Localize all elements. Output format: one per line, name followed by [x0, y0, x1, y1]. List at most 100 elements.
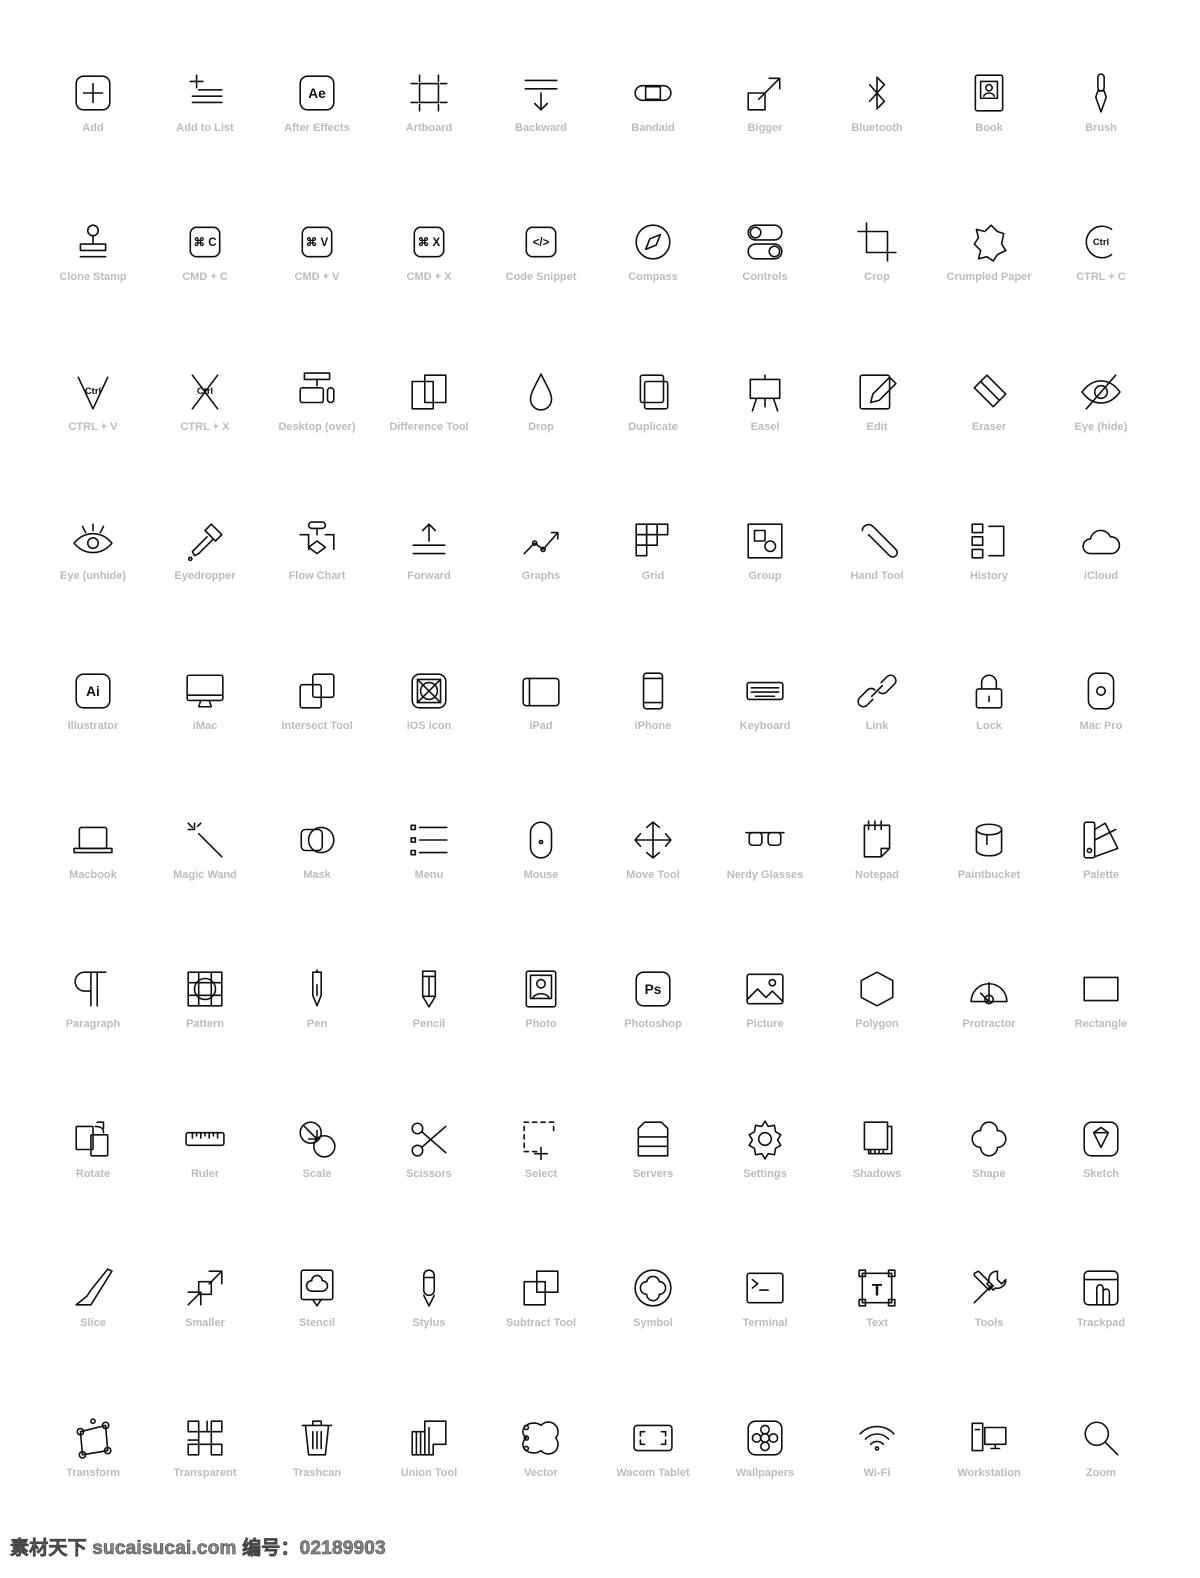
- icon-tile-artboard[interactable]: Artboard: [373, 56, 485, 205]
- icon-tile-select[interactable]: Select: [485, 1102, 597, 1251]
- icon-tile-mouse[interactable]: Mouse: [485, 803, 597, 952]
- icon-tile-magic-wand[interactable]: Magic Wand: [149, 803, 261, 952]
- icon-tile-stylus[interactable]: Stylus: [373, 1251, 485, 1400]
- icon-tile-photoshop[interactable]: Ps Photoshop: [597, 952, 709, 1101]
- icon-tile-smaller[interactable]: Smaller: [149, 1251, 261, 1400]
- icon-tile-stencil[interactable]: Stencil: [261, 1251, 373, 1400]
- icon-tile-duplicate[interactable]: Duplicate: [597, 355, 709, 504]
- icon-tile-servers[interactable]: Servers: [597, 1102, 709, 1251]
- icon-tile-ios-icon[interactable]: iOS Icon: [373, 654, 485, 803]
- icon-tile-cmd-x[interactable]: ⌘ X CMD + X: [373, 205, 485, 354]
- icon-tile-mask[interactable]: Mask: [261, 803, 373, 952]
- icon-tile-wacom-tablet[interactable]: Wacom Tablet: [597, 1401, 709, 1550]
- icon-tile-desktop-over[interactable]: Desktop (over): [261, 355, 373, 504]
- icon-tile-pencil[interactable]: Pencil: [373, 952, 485, 1101]
- icon-tile-crumpled-paper[interactable]: Crumpled Paper: [933, 205, 1045, 354]
- icon-tile-lock[interactable]: Lock: [933, 654, 1045, 803]
- icon-tile-grid[interactable]: Grid: [597, 504, 709, 653]
- icon-tile-shadows[interactable]: Shadows: [821, 1102, 933, 1251]
- icon-tile-bandaid[interactable]: Bandaid: [597, 56, 709, 205]
- icon-tile-trashcan[interactable]: Trashcan: [261, 1401, 373, 1550]
- icon-tile-polygon[interactable]: Polygon: [821, 952, 933, 1101]
- icon-tile-keyboard[interactable]: Keyboard: [709, 654, 821, 803]
- icon-tile-subtract-tool[interactable]: Subtract Tool: [485, 1251, 597, 1400]
- icon-tile-link[interactable]: Link: [821, 654, 933, 803]
- icon-tile-slice[interactable]: Slice: [37, 1251, 149, 1400]
- icon-tile-paragraph[interactable]: Paragraph: [37, 952, 149, 1101]
- icon-tile-easel[interactable]: Easel: [709, 355, 821, 504]
- icon-tile-pen[interactable]: Pen: [261, 952, 373, 1101]
- icon-tile-transparent[interactable]: Transparent: [149, 1401, 261, 1550]
- icon-tile-hand-tool[interactable]: Hand Tool: [821, 504, 933, 653]
- icon-tile-photo[interactable]: Photo: [485, 952, 597, 1101]
- icon-tile-crop[interactable]: Crop: [821, 205, 933, 354]
- icon-tile-eraser[interactable]: Eraser: [933, 355, 1045, 504]
- icon-tile-illustrator[interactable]: Ai Illustrator: [37, 654, 149, 803]
- icon-tile-drop[interactable]: Drop: [485, 355, 597, 504]
- icon-tile-code-snippet[interactable]: </> Code Snippet: [485, 205, 597, 354]
- icon-tile-text[interactable]: T Text: [821, 1251, 933, 1400]
- icon-tile-rectangle[interactable]: Rectangle: [1045, 952, 1157, 1101]
- icon-tile-after-effects[interactable]: Ae After Effects: [261, 56, 373, 205]
- icon-tile-scale[interactable]: Scale: [261, 1102, 373, 1251]
- icon-tile-shape[interactable]: Shape: [933, 1102, 1045, 1251]
- icon-tile-terminal[interactable]: Terminal: [709, 1251, 821, 1400]
- icon-tile-imac[interactable]: iMac: [149, 654, 261, 803]
- icon-tile-menu[interactable]: Menu: [373, 803, 485, 952]
- icon-tile-rotate[interactable]: Rotate: [37, 1102, 149, 1251]
- icon-tile-sketch[interactable]: Sketch: [1045, 1102, 1157, 1251]
- icon-tile-mac-pro[interactable]: Mac Pro: [1045, 654, 1157, 803]
- icon-tile-eye-unhide[interactable]: Eye (unhide): [37, 504, 149, 653]
- icon-tile-paintbucket[interactable]: Paintbucket: [933, 803, 1045, 952]
- icon-tile-protractor[interactable]: Protractor: [933, 952, 1045, 1101]
- icon-tile-bigger[interactable]: Bigger: [709, 56, 821, 205]
- icon-tile-graphs[interactable]: Graphs: [485, 504, 597, 653]
- icon-tile-brush[interactable]: Brush: [1045, 56, 1157, 205]
- icon-tile-cmd-v[interactable]: ⌘ V CMD + V: [261, 205, 373, 354]
- icon-tile-eyedropper[interactable]: Eyedropper: [149, 504, 261, 653]
- icon-tile-pattern[interactable]: Pattern: [149, 952, 261, 1101]
- icon-tile-ctrl-c[interactable]: Ctrl CTRL + C: [1045, 205, 1157, 354]
- icon-tile-ctrl-x[interactable]: Ctrl CTRL + X: [149, 355, 261, 504]
- icon-tile-transform[interactable]: Transform: [37, 1401, 149, 1550]
- icon-tile-union-tool[interactable]: Union Tool: [373, 1401, 485, 1550]
- icon-tile-compass[interactable]: Compass: [597, 205, 709, 354]
- icon-tile-notepad[interactable]: Notepad: [821, 803, 933, 952]
- icon-tile-zoom[interactable]: Zoom: [1045, 1401, 1157, 1550]
- icon-tile-picture[interactable]: Picture: [709, 952, 821, 1101]
- icon-tile-add-to-list[interactable]: Add to List: [149, 56, 261, 205]
- icon-tile-symbol[interactable]: Symbol: [597, 1251, 709, 1400]
- icon-tile-iphone[interactable]: iPhone: [597, 654, 709, 803]
- icon-tile-settings[interactable]: Settings: [709, 1102, 821, 1251]
- icon-tile-icloud[interactable]: iCloud: [1045, 504, 1157, 653]
- icon-tile-move-tool[interactable]: Move Tool: [597, 803, 709, 952]
- icon-tile-difference-tool[interactable]: Difference Tool: [373, 355, 485, 504]
- icon-tile-book[interactable]: Book: [933, 56, 1045, 205]
- icon-tile-backward[interactable]: Backward: [485, 56, 597, 205]
- icon-tile-bluetooth[interactable]: Bluetooth: [821, 56, 933, 205]
- icon-tile-forward[interactable]: Forward: [373, 504, 485, 653]
- icon-tile-edit[interactable]: Edit: [821, 355, 933, 504]
- icon-tile-ruler[interactable]: Ruler: [149, 1102, 261, 1251]
- icon-tile-vector[interactable]: Vector: [485, 1401, 597, 1550]
- icon-tile-clone-stamp[interactable]: Clone Stamp: [37, 205, 149, 354]
- icon-tile-scissors[interactable]: Scissors: [373, 1102, 485, 1251]
- icon-tile-nerdy-glasses[interactable]: Nerdy Glasses: [709, 803, 821, 952]
- icon-tile-cmd-c[interactable]: ⌘ C CMD + C: [149, 205, 261, 354]
- icon-tile-add[interactable]: Add: [37, 56, 149, 205]
- icon-tile-ctrl-v[interactable]: Ctrl CTRL + V: [37, 355, 149, 504]
- icon-tile-macbook[interactable]: Macbook: [37, 803, 149, 952]
- icon-tile-intersect-tool[interactable]: Intersect Tool: [261, 654, 373, 803]
- icon-tile-flow-chart[interactable]: Flow Chart: [261, 504, 373, 653]
- icon-tile-controls[interactable]: Controls: [709, 205, 821, 354]
- icon-tile-wallpapers[interactable]: Wallpapers: [709, 1401, 821, 1550]
- icon-tile-tools[interactable]: Tools: [933, 1251, 1045, 1400]
- icon-tile-eye-hide[interactable]: Eye (hide): [1045, 355, 1157, 504]
- icon-tile-palette[interactable]: Palette: [1045, 803, 1157, 952]
- icon-tile-wi-fi[interactable]: Wi-Fi: [821, 1401, 933, 1550]
- icon-tile-history[interactable]: History: [933, 504, 1045, 653]
- icon-tile-trackpad[interactable]: Trackpad: [1045, 1251, 1157, 1400]
- icon-tile-ipad[interactable]: iPad: [485, 654, 597, 803]
- icon-tile-group[interactable]: Group: [709, 504, 821, 653]
- icon-tile-workstation[interactable]: Workstation: [933, 1401, 1045, 1550]
